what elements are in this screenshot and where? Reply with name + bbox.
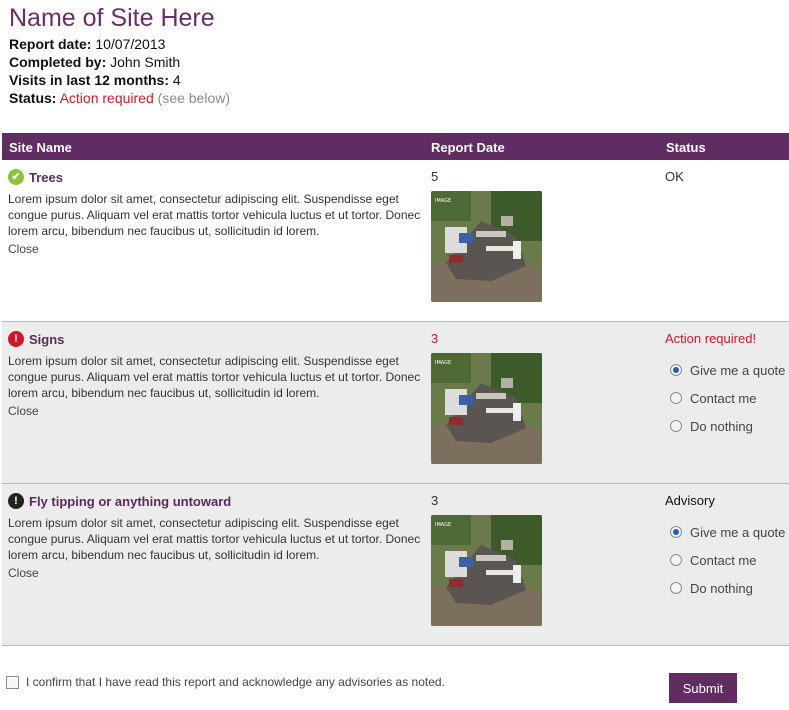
close-link[interactable]: Close bbox=[8, 242, 39, 256]
radio-button[interactable] bbox=[670, 554, 682, 566]
confirm-label: I confirm that I have read this report a… bbox=[26, 675, 445, 689]
radio-label: Do nothing bbox=[690, 418, 753, 434]
report-photo[interactable]: IMAGE bbox=[431, 515, 542, 626]
row-status: Advisory bbox=[665, 493, 715, 508]
header-site-name: Site Name bbox=[9, 140, 72, 155]
confirm-row[interactable]: I confirm that I have read this report a… bbox=[6, 675, 445, 689]
alert-icon: ! bbox=[8, 331, 24, 347]
completed-by-label: Completed by: bbox=[9, 54, 107, 70]
radio-label: Contact me bbox=[690, 552, 757, 568]
radio-option-contact[interactable]: Contact me bbox=[670, 546, 785, 574]
header-report-date: Report Date bbox=[431, 140, 505, 155]
radio-button[interactable] bbox=[670, 582, 682, 594]
warning-icon: ! bbox=[8, 493, 24, 509]
row-description: Lorem ipsum dolor sit amet, consectetur … bbox=[8, 354, 421, 400]
row-title-text: Fly tipping or anything untoward bbox=[29, 493, 232, 509]
table-row: ✔ Trees Lorem ipsum dolor sit amet, cons… bbox=[2, 160, 789, 322]
row-description: Lorem ipsum dolor sit amet, consectetur … bbox=[8, 516, 421, 562]
row-title: ✔ Trees bbox=[8, 169, 63, 185]
table-header: Site Name Report Date Status bbox=[2, 133, 789, 160]
radio-button[interactable] bbox=[670, 420, 682, 432]
report-photo[interactable]: IMAGE bbox=[431, 191, 542, 302]
report-photo[interactable]: IMAGE bbox=[431, 353, 542, 464]
row-title: ! Signs bbox=[8, 331, 64, 347]
row-title-text: Trees bbox=[29, 169, 63, 185]
visits-label: Visits in last 12 months: bbox=[9, 72, 170, 88]
report-date-label: Report date: bbox=[9, 36, 92, 52]
row-status: OK bbox=[665, 169, 684, 184]
report-value: 3 bbox=[431, 331, 439, 346]
report-value: 5 bbox=[431, 169, 439, 184]
radio-button[interactable] bbox=[670, 526, 682, 538]
status-line: Status: Action required (see below) bbox=[9, 90, 230, 106]
svg-text:IMAGE: IMAGE bbox=[435, 198, 451, 204]
row-description: Lorem ipsum dolor sit amet, consectetur … bbox=[8, 192, 421, 238]
radio-button[interactable] bbox=[670, 364, 682, 376]
table-row: ! Fly tipping or anything untoward Lorem… bbox=[2, 484, 789, 646]
status-note: (see below) bbox=[157, 90, 231, 106]
action-radio-group: Give me a quote Contact me Do nothing bbox=[670, 356, 785, 440]
report-date-value: 10/07/2013 bbox=[95, 36, 166, 52]
submit-button[interactable]: Submit bbox=[669, 673, 737, 703]
svg-text:IMAGE: IMAGE bbox=[435, 360, 451, 366]
report-table: Site Name Report Date Status ✔ Trees Lor… bbox=[2, 133, 789, 646]
radio-option-quote[interactable]: Give me a quote bbox=[670, 356, 785, 384]
report-value: 3 bbox=[431, 493, 439, 508]
confirm-checkbox[interactable] bbox=[6, 675, 19, 689]
svg-text:IMAGE: IMAGE bbox=[435, 522, 451, 528]
radio-label: Contact me bbox=[690, 390, 757, 406]
radio-option-quote[interactable]: Give me a quote bbox=[670, 518, 785, 546]
close-link[interactable]: Close bbox=[8, 404, 39, 418]
completed-by-line: Completed by: John Smith bbox=[9, 54, 180, 70]
completed-by-value: John Smith bbox=[110, 54, 181, 70]
close-link[interactable]: Close bbox=[8, 566, 39, 580]
header-status: Status bbox=[666, 140, 706, 155]
action-radio-group: Give me a quote Contact me Do nothing bbox=[670, 518, 785, 602]
radio-label: Give me a quote bbox=[690, 362, 786, 378]
status-value: Action required bbox=[59, 90, 154, 106]
table-row: ! Signs Lorem ipsum dolor sit amet, cons… bbox=[2, 322, 789, 484]
radio-option-contact[interactable]: Contact me bbox=[670, 384, 785, 412]
radio-option-nothing[interactable]: Do nothing bbox=[670, 574, 785, 602]
page-title: Name of Site Here bbox=[9, 4, 215, 32]
visits-line: Visits in last 12 months: 4 bbox=[9, 72, 181, 88]
radio-label: Do nothing bbox=[690, 580, 753, 596]
radio-label: Give me a quote bbox=[690, 524, 786, 540]
radio-button[interactable] bbox=[670, 392, 682, 404]
row-title: ! Fly tipping or anything untoward bbox=[8, 493, 231, 509]
status-label: Status: bbox=[9, 90, 57, 106]
report-date-line: Report date: 10/07/2013 bbox=[9, 36, 165, 52]
radio-option-nothing[interactable]: Do nothing bbox=[670, 412, 785, 440]
row-title-text: Signs bbox=[29, 331, 65, 347]
row-status: Action required! bbox=[665, 331, 757, 346]
visits-value: 4 bbox=[172, 72, 181, 88]
check-icon: ✔ bbox=[8, 169, 24, 185]
